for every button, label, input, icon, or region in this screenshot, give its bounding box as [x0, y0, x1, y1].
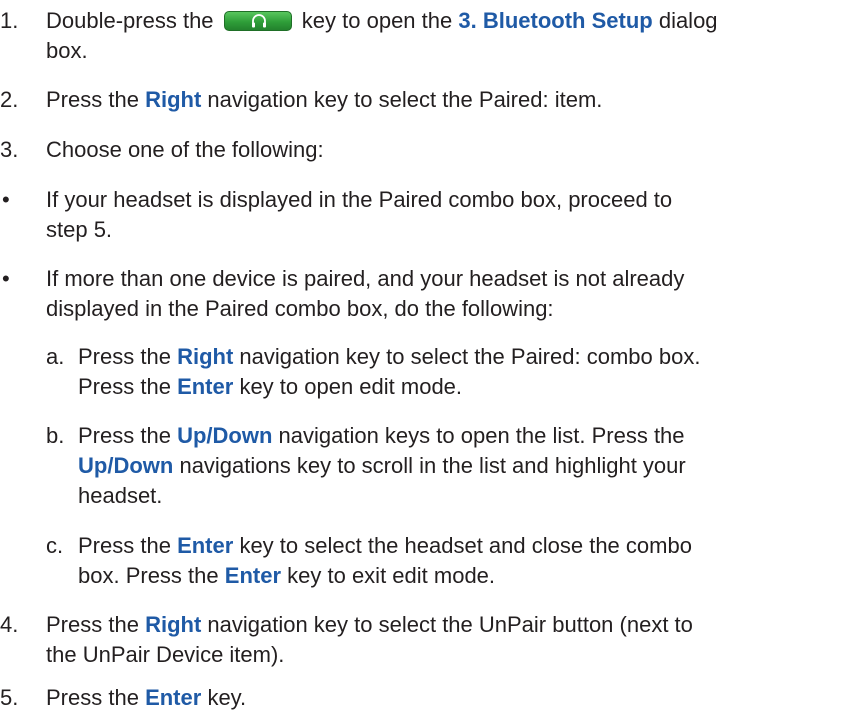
- step-text: Press the Right navigation key to select…: [46, 85, 858, 115]
- step-text-segment: navigation key to select the Paired: com…: [239, 344, 701, 369]
- step-text-segment: navigation keys to open the list. Press …: [278, 423, 685, 448]
- step-text-segment: box. Press the: [78, 563, 219, 588]
- step-text: Press the Enter key.: [46, 683, 858, 713]
- step-number: 3.: [0, 137, 19, 162]
- step-text-segment: the UnPair Device item).: [46, 642, 285, 667]
- step-text-segment: key to open edit mode.: [239, 374, 463, 399]
- bullet-marker: •: [2, 266, 10, 291]
- key-name: Up/Down: [78, 453, 174, 478]
- key-name: Right: [145, 612, 202, 637]
- step-text-segment: Press the: [78, 423, 171, 448]
- step-number: 4.: [0, 612, 19, 637]
- step-text-segment: key to select the headset and close the …: [239, 533, 692, 558]
- step-text-segment: key to open the: [301, 8, 453, 33]
- step-text-segment: Double-press the: [46, 8, 214, 33]
- bullet-text: If more than one device is paired, and y…: [46, 264, 858, 324]
- step-number: 2.: [0, 87, 19, 112]
- step-text: Double-press the key to open the 3. Blue…: [46, 6, 858, 66]
- step-text-segment: dialog: [658, 8, 718, 33]
- step-number: 1.: [0, 8, 19, 33]
- substep-text: Press the Up/Down navigation keys to ope…: [78, 421, 858, 511]
- document-page: 1. Double-press the key to open the 3. B…: [0, 0, 862, 721]
- step-text-segment: navigation key to select the UnPair butt…: [207, 612, 693, 637]
- key-name: Up/Down: [177, 423, 273, 448]
- step-text-segment: Press the: [46, 87, 139, 112]
- step-text-segment: key.: [207, 685, 247, 710]
- step-text-segment: box.: [46, 38, 88, 63]
- step-text-segment: Press the: [46, 685, 139, 710]
- step-text-segment: Press the: [78, 374, 171, 399]
- key-name: Right: [145, 87, 202, 112]
- bullet-text-segment: step 5.: [46, 217, 113, 242]
- step-text-segment: Press the: [78, 533, 171, 558]
- key-name: Enter: [177, 374, 234, 399]
- substep-text: Press the Enter key to select the headse…: [78, 531, 858, 591]
- substep-letter: c.: [46, 533, 64, 558]
- substep-letter: a.: [46, 344, 65, 369]
- key-name: Enter: [224, 563, 282, 588]
- bullet-text-segment: If more than one device is paired, and y…: [46, 266, 685, 291]
- step-text-segment: Press the: [46, 612, 139, 637]
- bullet-text-segment: displayed in the Paired combo box, do th…: [46, 296, 554, 321]
- headset-icon: [251, 14, 266, 28]
- step-text-segment: headset.: [78, 483, 163, 508]
- bullet-marker: •: [2, 187, 10, 212]
- step-text-segment: navigations key to scroll in the list an…: [179, 453, 686, 478]
- dialog-name: 3. Bluetooth Setup: [458, 8, 653, 33]
- step-number: 5.: [0, 685, 19, 710]
- step-text-segment: navigation key to select the Paired: ite…: [207, 87, 603, 112]
- step-text: Choose one of the following:: [46, 137, 324, 162]
- bullet-text: If your headset is displayed in the Pair…: [46, 185, 858, 245]
- headset-key-button: [223, 11, 292, 31]
- step-text: Press the Right navigation key to select…: [46, 610, 858, 670]
- key-name: Right: [177, 344, 234, 369]
- step-text-segment: Press the: [78, 344, 171, 369]
- step-text-segment: key to exit edit mode.: [287, 563, 496, 588]
- substep-text: Press the Right navigation key to select…: [78, 342, 858, 402]
- key-name: Enter: [145, 685, 202, 710]
- key-name: Enter: [177, 533, 234, 558]
- substep-letter: b.: [46, 423, 65, 448]
- bullet-text-segment: If your headset is displayed in the Pair…: [46, 187, 673, 212]
